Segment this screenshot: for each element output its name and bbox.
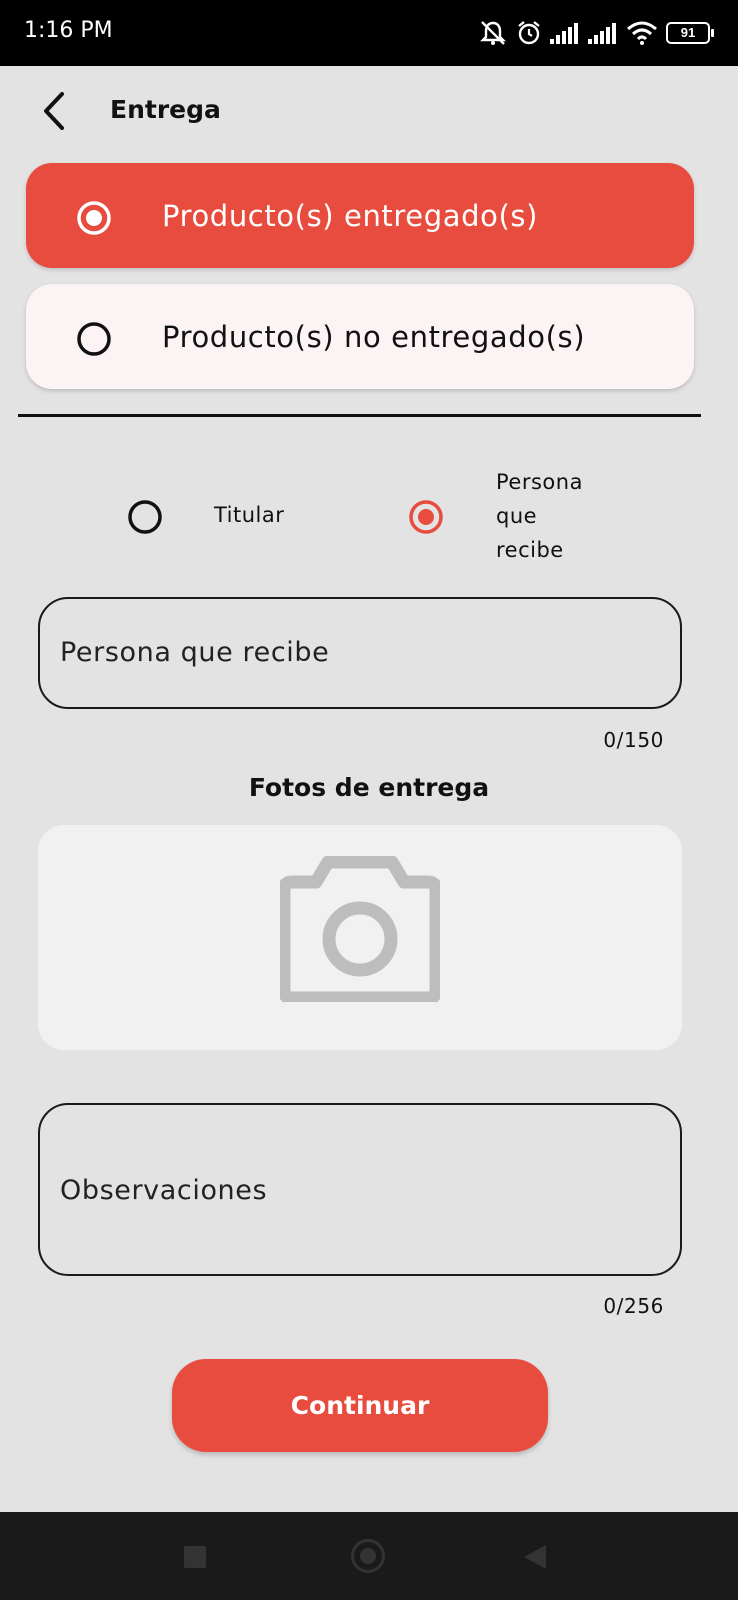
observations-counter: 0/256 bbox=[603, 1294, 664, 1318]
status-time: 1:16 PM bbox=[24, 18, 113, 43]
alarm-icon bbox=[516, 20, 542, 46]
divider bbox=[18, 414, 701, 417]
option-delivered[interactable]: Producto(s) entregado(s) bbox=[26, 163, 694, 268]
radio-selected-icon[interactable] bbox=[76, 200, 112, 236]
page-title: Entrega bbox=[110, 95, 221, 124]
status-bar: 1:16 PM 91 bbox=[0, 0, 738, 66]
signal-icon bbox=[588, 22, 618, 44]
radio-persona-que-recibe-label: Persona que recibe bbox=[496, 470, 583, 562]
status-icons: 91 bbox=[478, 18, 714, 48]
recents-icon[interactable] bbox=[184, 1546, 206, 1568]
continue-button[interactable]: Continuar bbox=[172, 1359, 548, 1452]
signal-icon bbox=[550, 22, 580, 44]
receiver-name-placeholder: Persona que recibe bbox=[60, 637, 330, 668]
back-triangle-icon[interactable] bbox=[524, 1545, 546, 1569]
back-button[interactable] bbox=[34, 88, 74, 134]
radio-persona-que-recibe[interactable] bbox=[408, 499, 444, 535]
camera-icon[interactable] bbox=[280, 856, 440, 1002]
home-icon[interactable] bbox=[351, 1539, 385, 1573]
photos-title: Fotos de entrega bbox=[248, 773, 490, 802]
receiver-name-counter: 0/150 bbox=[603, 728, 664, 752]
observations-input[interactable]: Observaciones bbox=[38, 1103, 682, 1276]
radio-titular[interactable] bbox=[127, 499, 163, 535]
chevron-left-icon bbox=[44, 92, 64, 130]
radio-titular-label: Titular bbox=[214, 503, 285, 527]
wifi-icon bbox=[626, 21, 658, 45]
option-delivered-label: Producto(s) entregado(s) bbox=[162, 198, 538, 233]
radio-unselected-icon[interactable] bbox=[76, 321, 112, 357]
mute-icon bbox=[478, 19, 508, 47]
option-not-delivered-label: Producto(s) no entregado(s) bbox=[162, 319, 586, 354]
battery-icon: 91 bbox=[666, 22, 714, 44]
observations-placeholder: Observaciones bbox=[60, 1175, 268, 1206]
option-not-delivered[interactable]: Producto(s) no entregado(s) bbox=[26, 284, 694, 389]
receiver-name-input[interactable]: Persona que recibe bbox=[38, 597, 682, 709]
system-nav-bar bbox=[0, 1512, 738, 1600]
